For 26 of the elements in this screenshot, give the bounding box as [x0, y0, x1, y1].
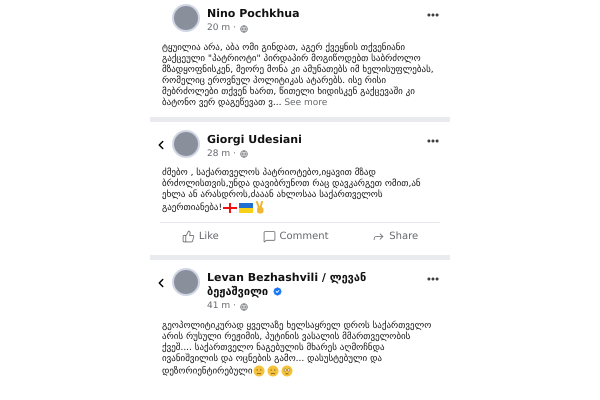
globe-icon — [240, 150, 248, 158]
thumbs-up-icon — [182, 230, 195, 243]
author-name[interactable]: Nino Pochkhua — [207, 7, 377, 21]
post-text: ტყუილია არა, აბა ომი გინდათ, აგერ ქვეყნის თქვენიანი გაქცეული "პატრიოტი" პირდაპირ მოგიწოდებთ საბრძოლო მზადყოფნისკენ, მეორე მონა კი ამუნათებს იმ ხელისუფლებას, რომელიც ეროვნულ პოლიტიკას ატარებს. ისე რისი მებრძოლები თქვენ ხართ, წითელი ხიდისკენ გაქცევაში კი ბატონო ვერ დაგეწევათ ვ... See more — [161, 42, 435, 108]
verified-badge-icon — [272, 286, 284, 298]
post-text: გეოპოლიტიკურად ყველაზე ხელსაყრელ დროს საქართველო არის რუსული რეჟიმის, პუტინის ვასალის მმართველობის ქვეშ.... საქართველო ნაგებულის მხარეს აღმოჩნდა ივანიშვილის და ოცნების გამო... დასუსტებული და დეზორიენტირებული — [161, 320, 432, 377]
post-time: 20 m · — [207, 22, 236, 35]
sad-face-icon — [253, 364, 266, 376]
post-time: 28 m · — [207, 148, 236, 160]
post-action-button[interactable]: Share — [372, 229, 418, 244]
post-action-button[interactable]: Comment — [262, 229, 329, 244]
victory-hand-icon — [255, 201, 266, 214]
flag-icon — [239, 202, 254, 212]
flag-icon — [223, 202, 238, 212]
author-name[interactable]: Giorgi Udesiani — [207, 132, 377, 146]
post-time: 41 m · — [207, 300, 236, 313]
globe-icon — [240, 302, 248, 311]
see-more-link[interactable]: See more — [281, 98, 328, 108]
globe-icon — [240, 24, 248, 33]
avatar[interactable] — [172, 4, 200, 32]
author-name[interactable]: Levan Bezhashvili / ლევან ბეჟაშვილი — [207, 271, 377, 299]
flushed-face-icon — [281, 364, 294, 376]
sad-face-icon — [267, 364, 280, 376]
post-text: ძმებო , საქართველოს პატრიოტებო,იყავით მზად ბრძოლისთვის,უნდა დავიბრუნოთ რაც დავკარგეთ ომით,ან ეხლა ან არასდროს,ძააან ახლოსაა საქართველოს გაერთიანება! — [161, 168, 422, 214]
post-action-button[interactable]: Like — [182, 229, 219, 244]
speech-bubble-icon — [262, 230, 276, 243]
